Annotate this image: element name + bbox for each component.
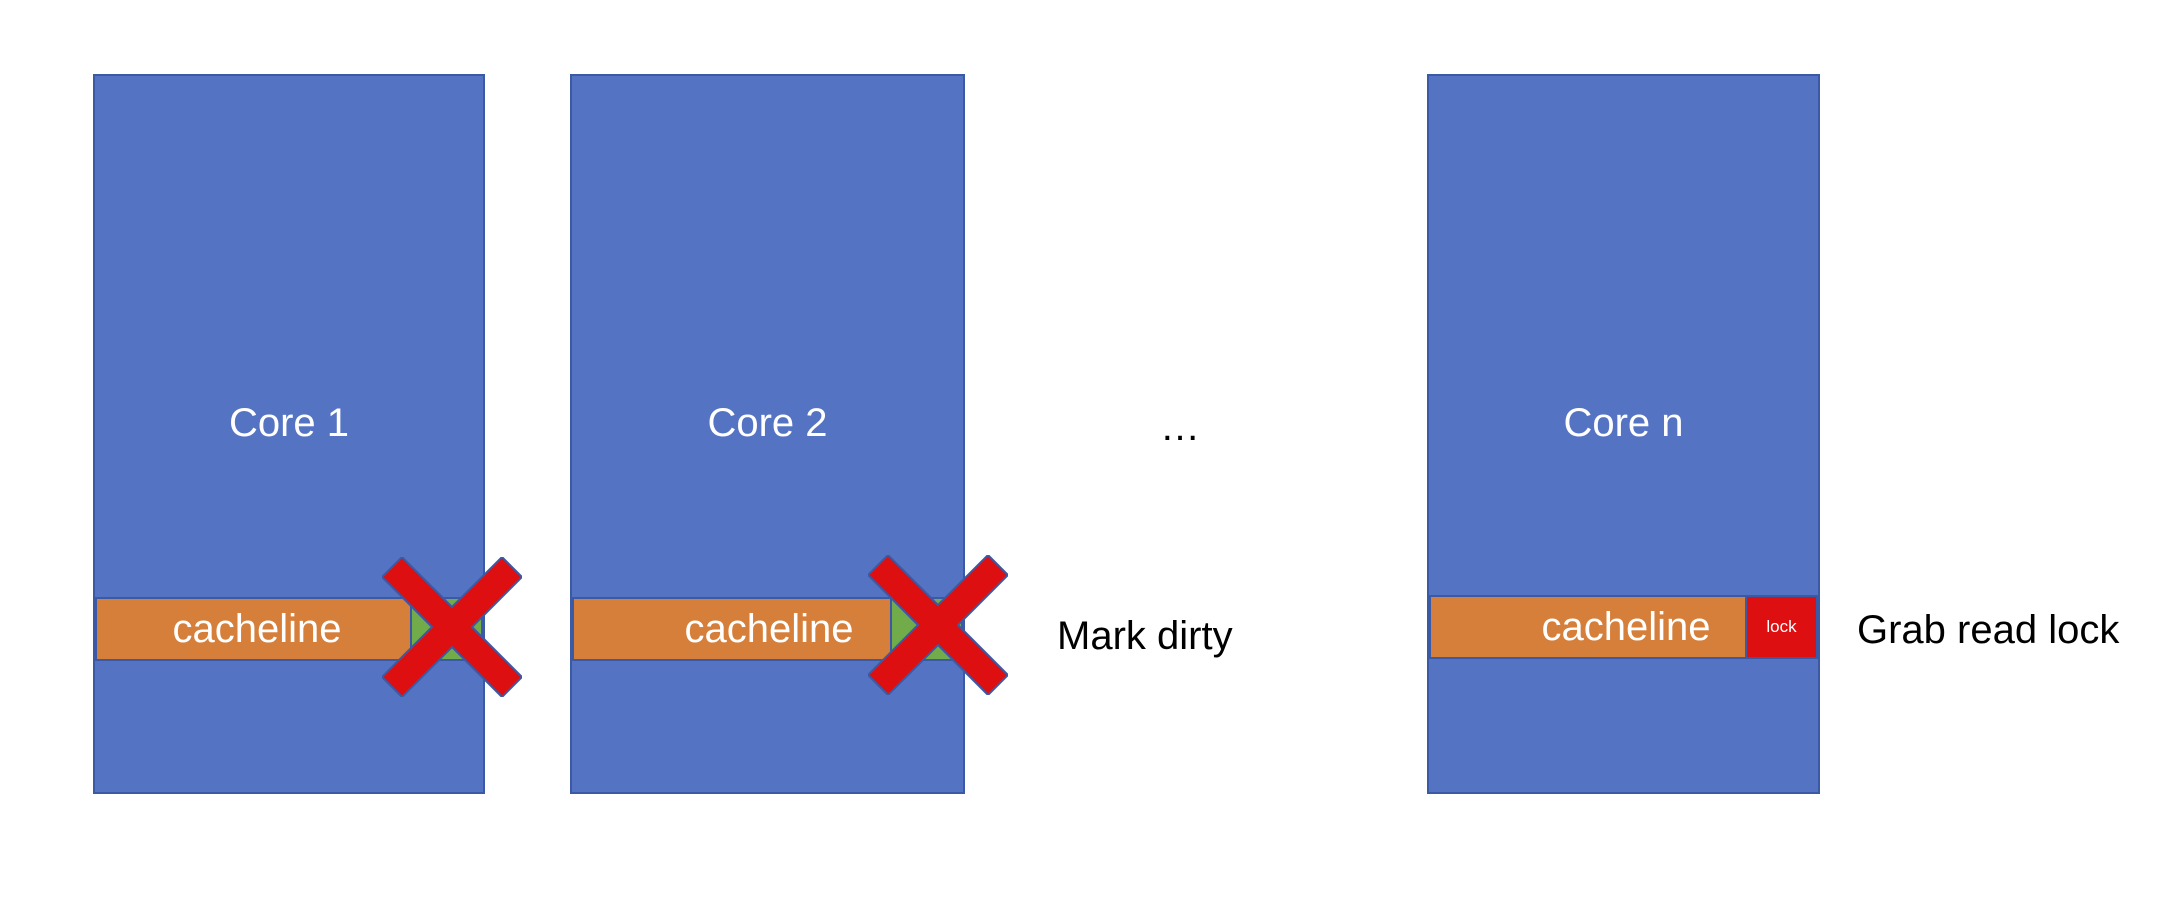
core-n-lock-box: lock [1745,595,1818,659]
core-2-label: Core 2 [707,401,828,445]
core-1-x-mark-icon [382,557,522,697]
core-n-label: Core n [1563,401,1684,445]
core-2-x-mark-icon [868,555,1008,695]
core-n-box: Core n [1427,74,1820,794]
core-1-cacheline-label: cacheline [172,606,342,651]
core-1-label: Core 1 [228,401,350,445]
grab-read-lock-label: Grab read lock [1857,608,2120,652]
ellipsis: … [1160,405,1200,449]
mark-dirty-label: Mark dirty [1057,614,1233,658]
